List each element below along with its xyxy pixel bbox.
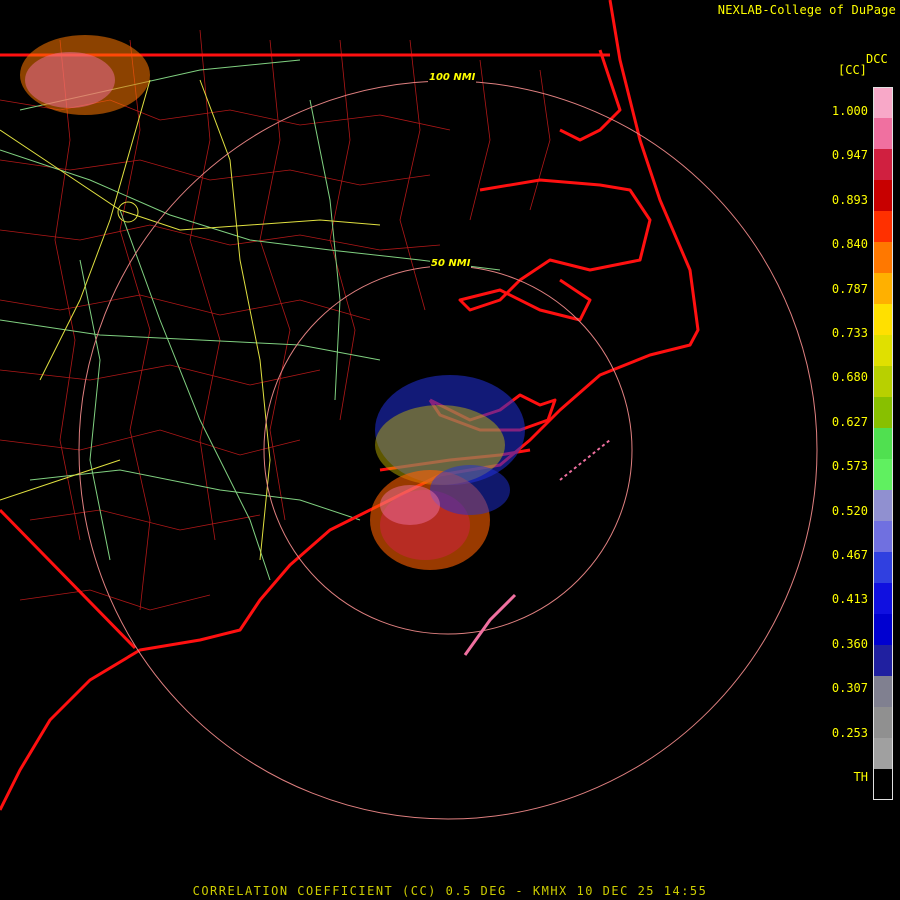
color-scale-swatch [873, 614, 893, 646]
credit-label: NEXLAB-College of DuPage [717, 3, 896, 17]
color-scale-label: 0.787 [831, 281, 868, 296]
color-scale-swatch [873, 490, 893, 522]
color-scale-swatch [873, 180, 893, 212]
color-scale-label: 0.413 [831, 592, 868, 607]
color-scale-label: 0.947 [831, 148, 868, 163]
color-scale-swatch [873, 273, 893, 305]
color-scale-swatch [873, 552, 893, 584]
color-scale-label: 0.307 [831, 681, 868, 696]
color-scale-label: 0.360 [831, 636, 868, 651]
color-scale-label: 0.467 [831, 548, 868, 562]
color-scale-swatch [873, 676, 893, 708]
color-scale-bar [873, 87, 893, 800]
color-scale-swatch [873, 242, 893, 274]
color-scale-swatch [873, 211, 893, 243]
color-scale-label: 1.000 [831, 104, 868, 118]
color-scale-swatch [873, 738, 893, 770]
color-scale-label: 0.840 [831, 237, 868, 252]
color-scale-label: 0.627 [831, 414, 868, 429]
color-scale-swatch [873, 428, 893, 460]
color-scale-swatch [873, 645, 893, 677]
color-scale-swatch [873, 521, 893, 553]
product-tag: DCC [866, 52, 888, 66]
color-scale-label: 0.680 [831, 370, 868, 385]
color-scale-swatch [873, 335, 893, 367]
color-scale-swatch [873, 397, 893, 429]
color-scale-swatch [873, 87, 893, 119]
color-scale-label: 0.520 [831, 503, 868, 518]
range-ring-label-50: 50 NMI [430, 258, 472, 269]
units-label: [CC] [838, 63, 867, 77]
color-scale-swatch [873, 366, 893, 398]
color-scale-swatch [873, 583, 893, 615]
color-scale-label: 0.253 [831, 725, 868, 740]
color-scale-swatch [873, 118, 893, 150]
color-scale-label: 0.893 [831, 192, 868, 207]
color-scale-label: 0.573 [831, 459, 868, 474]
product-footer: CORRELATION COEFFICIENT (CC) 0.5 DEG - K… [192, 884, 708, 898]
color-scale-label: 0.733 [831, 326, 868, 340]
color-scale-swatch [873, 459, 893, 491]
color-scale-swatch [873, 304, 893, 336]
radar-map [0, 0, 900, 900]
color-scale-swatch [873, 769, 893, 800]
color-scale-swatch [873, 707, 893, 739]
range-ring-label-100: 100 NMI [428, 72, 477, 83]
color-scale-label: TH [853, 770, 868, 784]
color-scale-swatch [873, 149, 893, 181]
